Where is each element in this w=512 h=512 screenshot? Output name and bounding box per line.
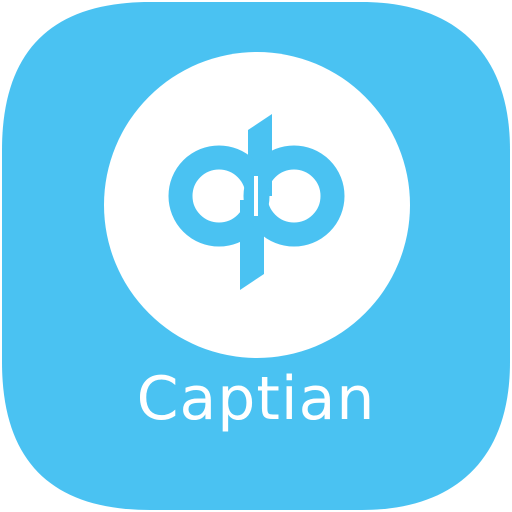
logo-p-bowl	[243, 145, 345, 247]
dp-monogram-icon	[168, 114, 345, 290]
app-name-label: Captian	[136, 364, 376, 434]
app-icon-tile[interactable]: Captian	[0, 0, 512, 512]
logo-center-gap	[254, 176, 258, 216]
